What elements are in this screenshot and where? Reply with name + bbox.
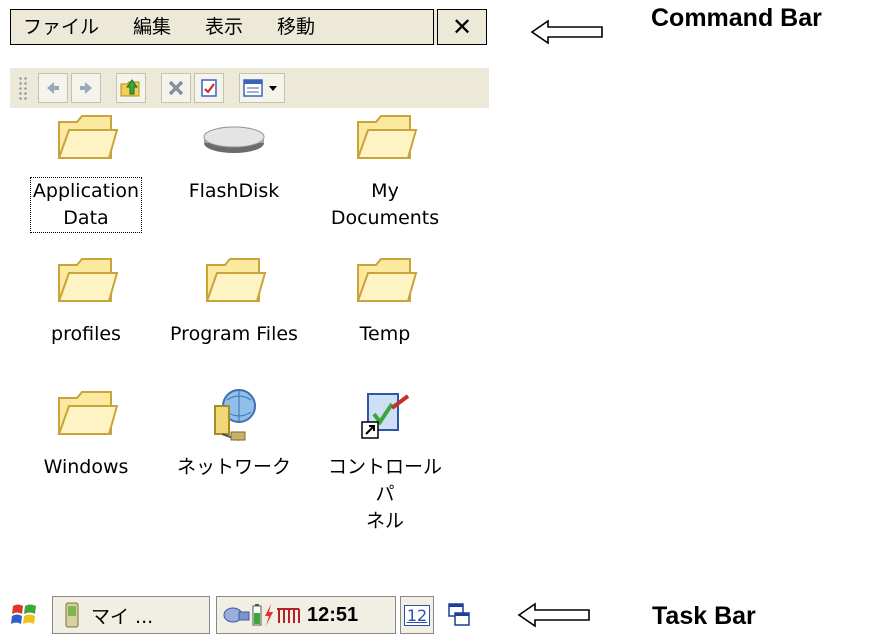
file-item[interactable]: Program Files	[164, 253, 304, 348]
power-icon[interactable]	[263, 603, 275, 627]
window-button-label: マイ ...	[91, 605, 154, 628]
signal-bars-icon[interactable]	[275, 603, 301, 627]
file-label: FlashDisk	[187, 178, 282, 205]
view-menu-button[interactable]	[239, 73, 285, 103]
task-bar: マイ ... 12:51 12	[10, 596, 500, 634]
back-icon	[47, 82, 59, 94]
close-button[interactable]: ✕	[437, 9, 487, 45]
file-label-line: ネル	[365, 510, 404, 532]
file-label-line: My	[371, 180, 399, 202]
file-label: profiles	[49, 321, 123, 348]
calendar-icon: 12	[403, 604, 431, 626]
menu-go[interactable]: 移動	[265, 9, 315, 45]
command-bar-arrow	[530, 19, 603, 45]
toolbar	[10, 68, 489, 108]
file-label-line: Windows	[43, 456, 129, 478]
task-bar-arrow	[517, 602, 590, 628]
menu-file[interactable]: ファイル	[11, 9, 99, 45]
delete-button[interactable]	[161, 73, 191, 103]
file-label-line: Data	[63, 207, 109, 229]
start-flag-icon	[11, 604, 36, 624]
file-label: Windows	[42, 454, 131, 481]
file-list: Application Data FlashDisk My Documents pr…	[0, 110, 500, 532]
task-bar-label: Task Bar	[652, 602, 756, 630]
start-button[interactable]	[10, 596, 44, 634]
file-item[interactable]: FlashDisk	[164, 110, 304, 205]
forward-icon	[80, 82, 92, 94]
file-label-line: profiles	[51, 323, 121, 345]
file-item[interactable]: コントロール パネル	[315, 386, 455, 535]
pda-icon	[65, 602, 79, 628]
properties-button[interactable]	[194, 73, 224, 103]
folder-up-icon	[120, 79, 140, 97]
folder-icon	[53, 386, 119, 442]
file-label: コントロール パネル	[315, 454, 455, 535]
notification-tray: 12:51	[216, 596, 396, 634]
menu-bar: ファイル 編集 表示 移動	[10, 9, 434, 45]
file-label: ネットワーク	[175, 454, 293, 481]
toolbar-grip[interactable]	[18, 76, 28, 100]
folder-icon	[53, 110, 119, 166]
file-label-line: Program Files	[170, 323, 298, 345]
file-label: Application Data	[29, 177, 143, 233]
calendar-button[interactable]: 12	[400, 596, 434, 634]
file-item[interactable]: Temp	[315, 253, 455, 348]
network-status-icon[interactable]	[223, 603, 251, 627]
command-bar-label: Command Bar	[651, 4, 822, 32]
file-label-line: ネットワーク	[176, 456, 291, 478]
delete-icon	[168, 80, 184, 96]
file-label-line: FlashDisk	[188, 180, 280, 202]
view-menu-icon	[243, 79, 277, 97]
file-item[interactable]: ネットワーク	[164, 386, 304, 481]
back-button[interactable]	[38, 73, 68, 103]
folder-up-button[interactable]	[116, 73, 146, 103]
folder-icon	[352, 253, 418, 309]
file-item[interactable]: profiles	[16, 253, 156, 348]
menu-edit[interactable]: 編集	[121, 9, 171, 45]
folder-icon	[352, 110, 418, 166]
file-label-line: Application	[32, 180, 140, 202]
control-panel-shortcut-icon	[352, 386, 418, 442]
forward-button[interactable]	[71, 73, 101, 103]
clock[interactable]: 12:51	[307, 604, 358, 627]
window-button-my-device[interactable]: マイ ...	[52, 596, 210, 634]
folder-icon	[201, 253, 267, 309]
file-label-line: Documents	[330, 207, 440, 229]
desktop-switch-icon	[448, 603, 470, 626]
close-icon: ✕	[451, 13, 473, 41]
flash-disk-icon	[201, 110, 267, 166]
file-label-line: コントロール パ	[327, 456, 442, 505]
file-label: Temp	[358, 321, 413, 348]
battery-icon[interactable]	[251, 603, 263, 627]
network-icon	[201, 386, 267, 442]
file-label: Program Files	[168, 321, 300, 348]
folder-icon	[53, 253, 119, 309]
file-label-line: Temp	[359, 323, 411, 345]
file-item[interactable]: Windows	[16, 386, 156, 481]
menu-view[interactable]: 表示	[193, 9, 243, 45]
file-item[interactable]: My Documents	[315, 110, 455, 232]
desktop-switch-button[interactable]	[444, 596, 474, 634]
file-item[interactable]: Application Data	[16, 110, 156, 233]
properties-icon	[201, 79, 217, 97]
file-label: My Documents	[329, 178, 441, 232]
